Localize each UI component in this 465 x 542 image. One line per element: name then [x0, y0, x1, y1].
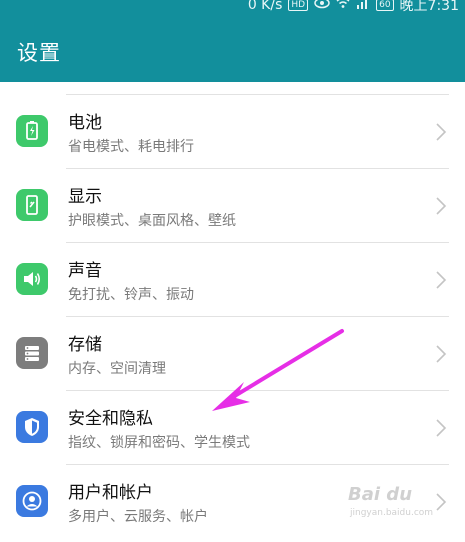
hd-badge: HD: [288, 0, 309, 11]
settings-item-title: 用户和帐户: [68, 483, 153, 503]
settings-item-battery[interactable]: 电池 省电模式、耗电排行: [0, 95, 465, 169]
battery-level: 60: [376, 0, 394, 11]
chevron-right-icon: [436, 123, 447, 141]
settings-item-title: 安全和隐私: [68, 409, 153, 429]
watermark-url: jingyan.baidu.com: [350, 508, 434, 518]
chevron-right-icon: [436, 419, 447, 437]
chevron-right-icon: [436, 345, 447, 363]
network-speed: 0 K/s: [247, 0, 283, 13]
chevron-right-icon: [436, 197, 447, 215]
settings-item-subtitle: 内存、空间清理: [68, 361, 166, 377]
settings-item-subtitle: 免打扰、铃声、振动: [68, 287, 194, 303]
clock: 晚上7:31: [399, 0, 459, 14]
settings-item-title: 电池: [68, 113, 102, 133]
settings-list: 电池 省电模式、耗电排行 显示 护眼模式、桌面风格、壁纸 声音 免打扰、铃声、振…: [0, 82, 465, 542]
settings-item-title: 存储: [68, 335, 102, 355]
settings-item-subtitle: 省电模式、耗电排行: [68, 139, 194, 155]
settings-item-sound[interactable]: 声音 免打扰、铃声、振动: [0, 243, 465, 317]
status-bar: 0 K/s HD 60 晚上7:31: [0, 0, 465, 22]
display-icon: [16, 189, 48, 221]
storage-icon: [16, 337, 48, 369]
battery-icon: [16, 115, 48, 147]
settings-item-storage[interactable]: 存储 内存、空间清理: [0, 317, 465, 391]
sound-icon: [16, 263, 48, 295]
user-icon: [16, 485, 48, 517]
page-title: 设置: [17, 41, 61, 65]
watermark-logo: Bai du: [348, 484, 413, 505]
settings-item-display[interactable]: 显示 护眼模式、桌面风格、壁纸: [0, 169, 465, 243]
signal-icon: [356, 0, 370, 13]
settings-item-title: 显示: [68, 187, 102, 207]
chevron-right-icon: [436, 271, 447, 289]
app-bar: 设置: [0, 22, 465, 82]
settings-item-subtitle: 多用户、云服务、帐户: [68, 509, 208, 525]
settings-item-subtitle: 护眼模式、桌面风格、壁纸: [68, 213, 236, 229]
shield-icon: [16, 411, 48, 443]
eye-icon: [314, 0, 330, 13]
settings-item-subtitle: 指纹、锁屏和密码、学生模式: [68, 435, 250, 451]
settings-item-title: 声音: [68, 261, 102, 281]
watermark: Bai du jingyan.baidu.com: [348, 484, 443, 526]
wifi-icon: [336, 0, 350, 13]
settings-item-security[interactable]: 安全和隐私 指纹、锁屏和密码、学生模式: [0, 391, 465, 465]
